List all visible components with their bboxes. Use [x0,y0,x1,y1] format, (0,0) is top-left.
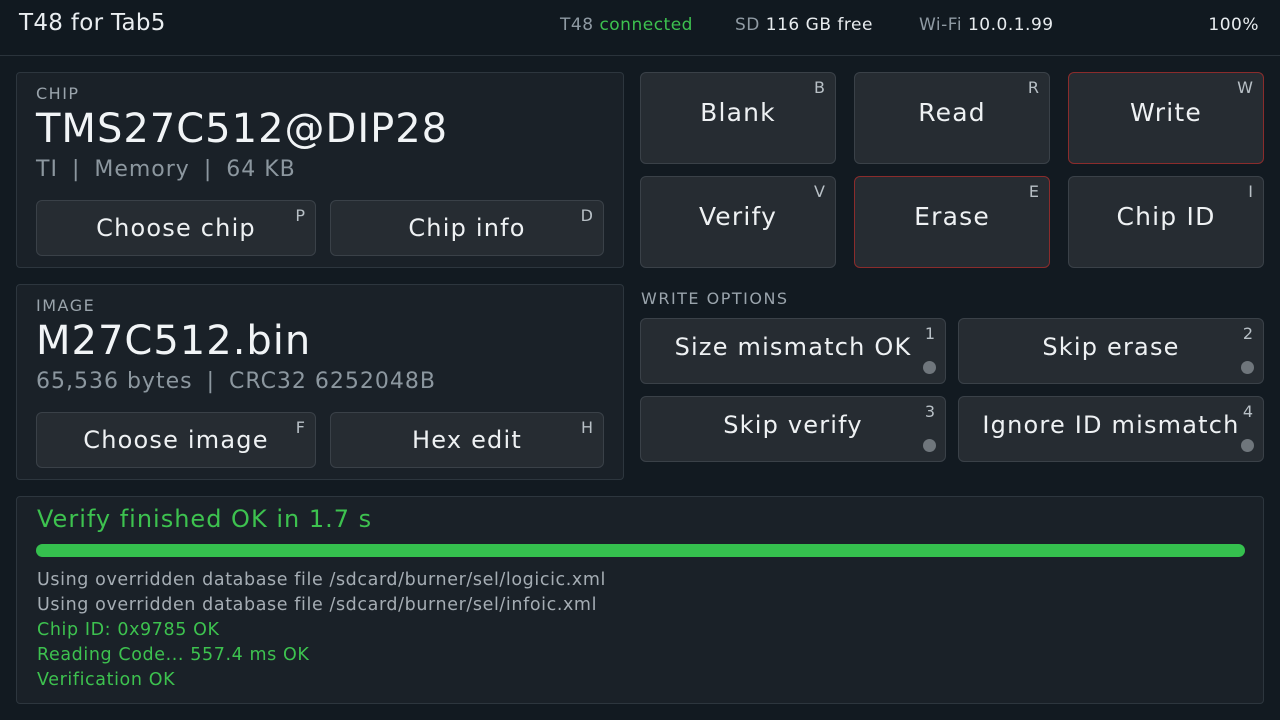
chip-info-button[interactable]: Chip info D [330,200,604,256]
hex-edit-button[interactable]: Hex edit H [330,412,604,468]
verify-button[interactable]: Verify V [640,176,836,268]
shortcut-key: 2 [1242,324,1253,343]
shortcut-key: 3 [924,402,935,421]
read-button[interactable]: Read R [854,72,1050,164]
battery-level: 100% [1208,15,1259,35]
sd-label: SD [735,15,760,35]
shortcut-key: B [814,78,825,97]
option-size-mismatch-ok[interactable]: Size mismatch OK 1 [640,318,946,384]
erase-button[interactable]: Erase E [854,176,1050,268]
chip-id-button[interactable]: Chip ID I [1068,176,1264,268]
wifi-status: Wi-Fi 10.0.1.99 [919,15,1054,35]
button-label: Read [918,98,986,127]
status-title: Verify finished OK in 1.7 s [37,505,373,533]
button-label: Choose image [83,426,269,454]
button-label: Erase [914,202,990,231]
chip-manufacturer: TI [36,157,58,182]
shortcut-key: H [580,418,593,437]
programmer-label: T48 [560,15,594,35]
shortcut-key: I [1248,182,1253,201]
progress-fill [36,544,1245,557]
app-title: T48 for Tab5 [19,10,166,36]
chip-name: TMS27C512@DIP28 [36,106,449,152]
chip-type: Memory [94,157,190,182]
shortcut-key: 4 [1242,402,1253,421]
top-bar: T48 for Tab5 T48 connected SD 116 GB fre… [0,0,1280,56]
toggle-indicator-icon [1241,361,1254,374]
button-label: Write [1129,98,1202,127]
option-label: Skip erase [1042,333,1180,361]
option-ignore-id-mismatch[interactable]: Ignore ID mismatch 4 [958,396,1264,462]
log-line: Reading Code... 557.4 ms OK [37,645,310,665]
button-label: Blank [700,98,776,127]
progress-bar [36,544,1245,557]
image-crc: CRC32 6252048B [229,369,436,394]
sd-status: SD 116 GB free [735,15,873,35]
programmer-state: connected [599,15,693,35]
blank-button[interactable]: Blank B [640,72,836,164]
log-line: Using overridden database file /sdcard/b… [37,570,606,590]
button-label: Verify [698,202,778,231]
image-filename: M27C512.bin [36,318,312,364]
button-label: Choose chip [96,214,256,242]
option-skip-erase[interactable]: Skip erase 2 [958,318,1264,384]
log-output: Using overridden database file /sdcard/b… [37,568,606,693]
option-label: Ignore ID mismatch [982,411,1240,439]
shortcut-key: R [1027,78,1039,97]
shortcut-key: W [1237,78,1253,97]
sd-free: 116 GB free [765,15,873,35]
write-button[interactable]: Write W [1068,72,1264,164]
status-panel: Verify finished OK in 1.7 s Using overri… [16,496,1264,704]
log-line: Verification OK [37,670,176,690]
wifi-ip: 10.0.1.99 [967,15,1054,35]
choose-chip-button[interactable]: Choose chip P [36,200,316,256]
option-label: Size mismatch OK [674,333,912,361]
log-line: Using overridden database file /sdcard/b… [37,595,598,615]
shortcut-key: 1 [924,324,935,343]
toggle-indicator-icon [923,361,936,374]
button-label: Hex edit [412,426,522,454]
separator: | [71,157,81,182]
log-line: Chip ID: 0x9785 OK [37,620,220,640]
toggle-indicator-icon [1241,439,1254,452]
toggle-indicator-icon [923,439,936,452]
chip-size: 64 KB [226,157,296,182]
choose-image-button[interactable]: Choose image F [36,412,316,468]
option-skip-verify[interactable]: Skip verify 3 [640,396,946,462]
chip-section-label: CHIP [36,84,80,103]
option-label: Skip verify [723,411,863,439]
image-bytes: 65,536 bytes [36,369,193,394]
wifi-label: Wi-Fi [919,15,963,35]
shortcut-key: F [295,418,305,437]
shortcut-key: E [1028,182,1039,201]
separator: | [203,157,213,182]
chip-details: TI | Memory | 64 KB [36,157,296,182]
image-details: 65,536 bytes | CRC32 6252048B [36,369,436,394]
button-label: Chip info [408,214,526,242]
image-panel: IMAGE M27C512.bin 65,536 bytes | CRC32 625… [16,284,624,480]
programmer-status: T48 connected [560,15,693,35]
chip-panel: CHIP TMS27C512@DIP28 TI | Memory | 64 KB Cho… [16,72,624,268]
shortcut-key: V [814,182,825,201]
write-options-label: WRITE OPTIONS [641,289,789,308]
shortcut-key: D [580,206,593,225]
separator: | [206,369,216,394]
button-label: Chip ID [1116,202,1216,231]
shortcut-key: P [295,206,305,225]
image-section-label: IMAGE [36,296,96,315]
